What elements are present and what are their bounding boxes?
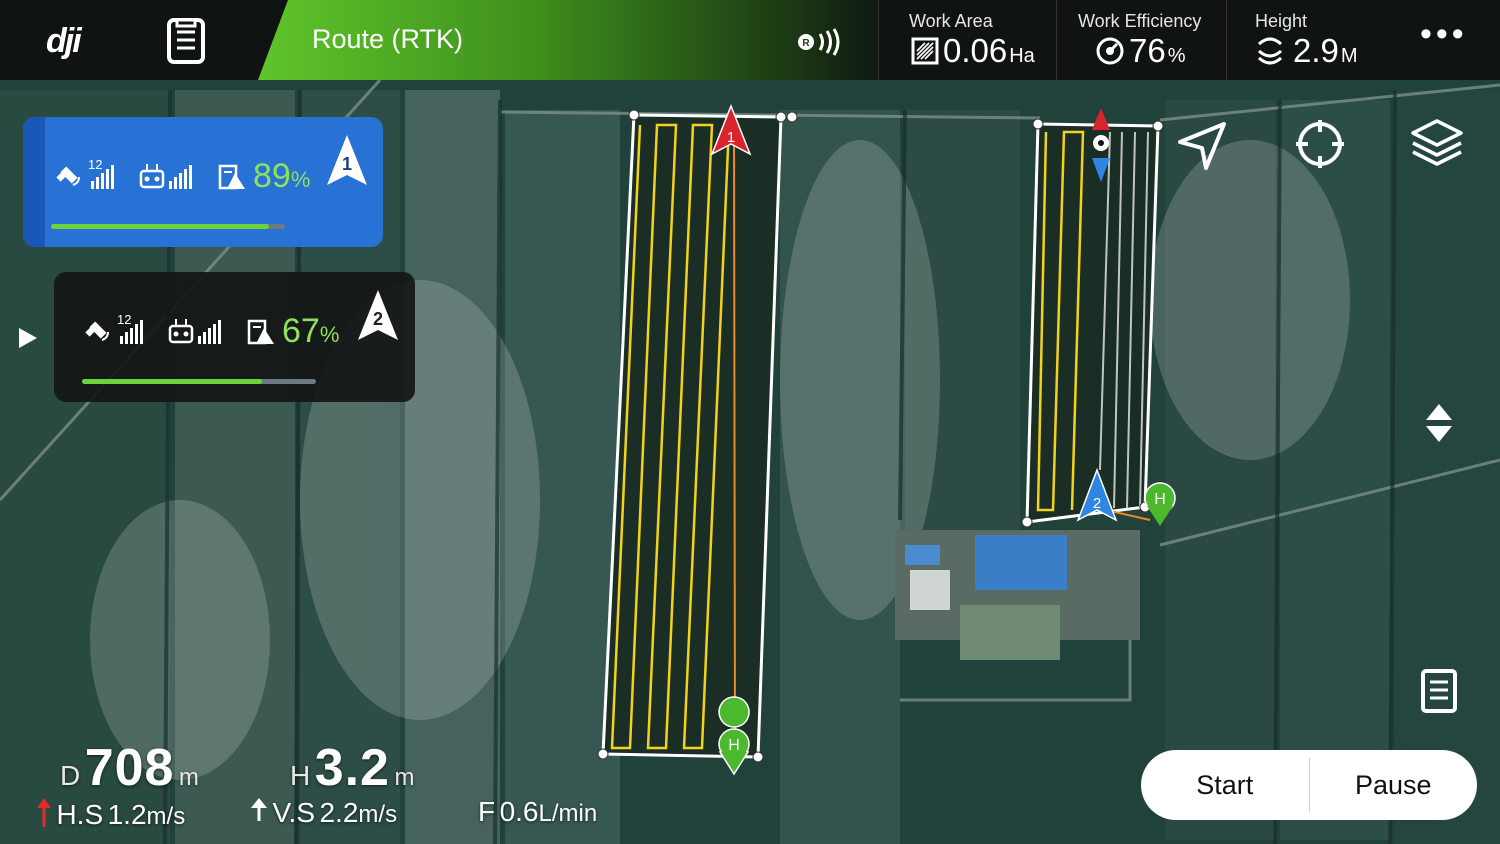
altitude-label: H <box>290 760 311 791</box>
satellite-signal-icon: 12 <box>55 157 117 196</box>
height-value: 2.9 <box>1293 32 1339 69</box>
drone-2-battery: 67% <box>282 312 339 351</box>
horizontal-speed-unit: m/s <box>146 803 186 830</box>
map-layers-icon[interactable] <box>1410 118 1464 173</box>
expand-panel-icon[interactable] <box>17 326 39 355</box>
battery-icon <box>246 316 276 351</box>
altitude-value: 3.2 <box>314 739 390 797</box>
height-stat: Height 2.9 M <box>1226 0 1396 80</box>
svg-text:2: 2 <box>1093 495 1101 512</box>
horizontal-speed-value: 1.2 <box>107 799 147 830</box>
horizontal-speed-arrow-icon <box>37 798 51 827</box>
flow-rate-readout: F 0.6L/min <box>478 796 597 828</box>
rtk-signal-icon: R <box>796 28 844 61</box>
area-icon <box>911 37 939 65</box>
work-area-unit: Ha <box>1009 45 1035 67</box>
drone-1-progress-fill <box>51 224 269 229</box>
work-efficiency-unit: % <box>1167 45 1186 67</box>
vertical-speed-value: 2.2 <box>319 797 359 828</box>
drone-2-battery-unit: % <box>319 322 340 347</box>
svg-text:1: 1 <box>727 129 735 146</box>
flow-rate-value: 0.6 <box>499 796 539 827</box>
drone-1-battery-unit: % <box>290 167 311 192</box>
work-area-stat: Work Area 0.06 Ha <box>878 0 1056 80</box>
drone-1-progress-bar <box>51 224 285 229</box>
drone-1-battery-value: 89 <box>253 157 291 195</box>
work-efficiency-value: 76 <box>1129 32 1166 69</box>
operation-controls: Start Pause <box>1141 750 1477 820</box>
distance-value: 708 <box>84 739 175 797</box>
dji-logo: dji <box>46 22 82 60</box>
flow-rate-unit: L/min <box>538 800 598 827</box>
work-efficiency-stat: Work Efficiency 76 % <box>1056 0 1226 80</box>
altitude-unit: m <box>394 764 415 791</box>
svg-text:R: R <box>802 38 810 49</box>
battery-icon <box>217 161 247 196</box>
log-list-icon[interactable] <box>1420 668 1458 719</box>
card-accent <box>23 117 45 247</box>
vertical-speed-label: V.S <box>272 797 316 828</box>
work-area-label: Work Area <box>909 11 993 31</box>
satellite-count: 12 <box>88 157 103 172</box>
drone-2-badge-icon: 2 <box>358 290 398 347</box>
top-bar: dji Route (RTK) R Work Area 0.06 Ha Work… <box>0 0 1500 80</box>
satellite-count: 12 <box>117 312 132 327</box>
distance-label: D <box>60 760 81 791</box>
document-icon[interactable] <box>165 18 209 64</box>
remote-signal-icon <box>168 316 224 351</box>
route-mode-title[interactable]: Route (RTK) <box>312 24 463 55</box>
drone-1-battery: 89% <box>253 157 310 196</box>
height-label: Height <box>1255 11 1308 31</box>
work-efficiency-label: Work Efficiency <box>1078 11 1202 31</box>
vertical-speed-arrow-icon <box>251 798 267 821</box>
distance-readout: D 708 m <box>60 738 199 798</box>
satellite-signal-icon: 12 <box>84 312 146 351</box>
svg-text:2: 2 <box>373 309 383 329</box>
drone-2-progress-fill <box>82 379 263 384</box>
navigate-arrow-icon[interactable] <box>1176 120 1228 177</box>
altitude-readout: H 3.2 m <box>290 738 414 798</box>
height-icon <box>1257 37 1283 65</box>
flow-rate-label: F <box>478 796 496 827</box>
horizontal-speed-readout: H.S 1.2m/s <box>36 796 185 831</box>
drone-2-progress-bar <box>82 379 316 384</box>
horizontal-speed-label: H.S <box>56 799 104 830</box>
svg-text:1: 1 <box>342 154 352 174</box>
work-area-value: 0.06 <box>943 32 1008 69</box>
drone-2-card[interactable]: 12 67% 2 <box>54 272 415 402</box>
efficiency-gauge-icon <box>1096 37 1124 65</box>
vertical-speed-unit: m/s <box>358 801 398 828</box>
drone-1-card[interactable]: 12 89% 1 <box>23 117 383 247</box>
remote-signal-icon <box>139 161 195 196</box>
more-options-icon[interactable]: ••• <box>1420 17 1468 51</box>
vertical-speed-readout: V.S 2.2m/s <box>250 796 397 829</box>
locate-crosshair-icon[interactable] <box>1294 118 1346 175</box>
drone-1-badge-icon: 1 <box>327 135 367 192</box>
svg-text:H: H <box>1154 491 1166 508</box>
height-unit: M <box>1340 45 1358 67</box>
reorder-arrows-icon[interactable] <box>1424 402 1454 449</box>
distance-unit: m <box>178 764 199 791</box>
svg-text:H: H <box>728 737 740 754</box>
drone-2-battery-value: 67 <box>282 312 320 350</box>
pause-button[interactable]: Pause <box>1310 750 1478 820</box>
start-button[interactable]: Start <box>1141 750 1309 820</box>
